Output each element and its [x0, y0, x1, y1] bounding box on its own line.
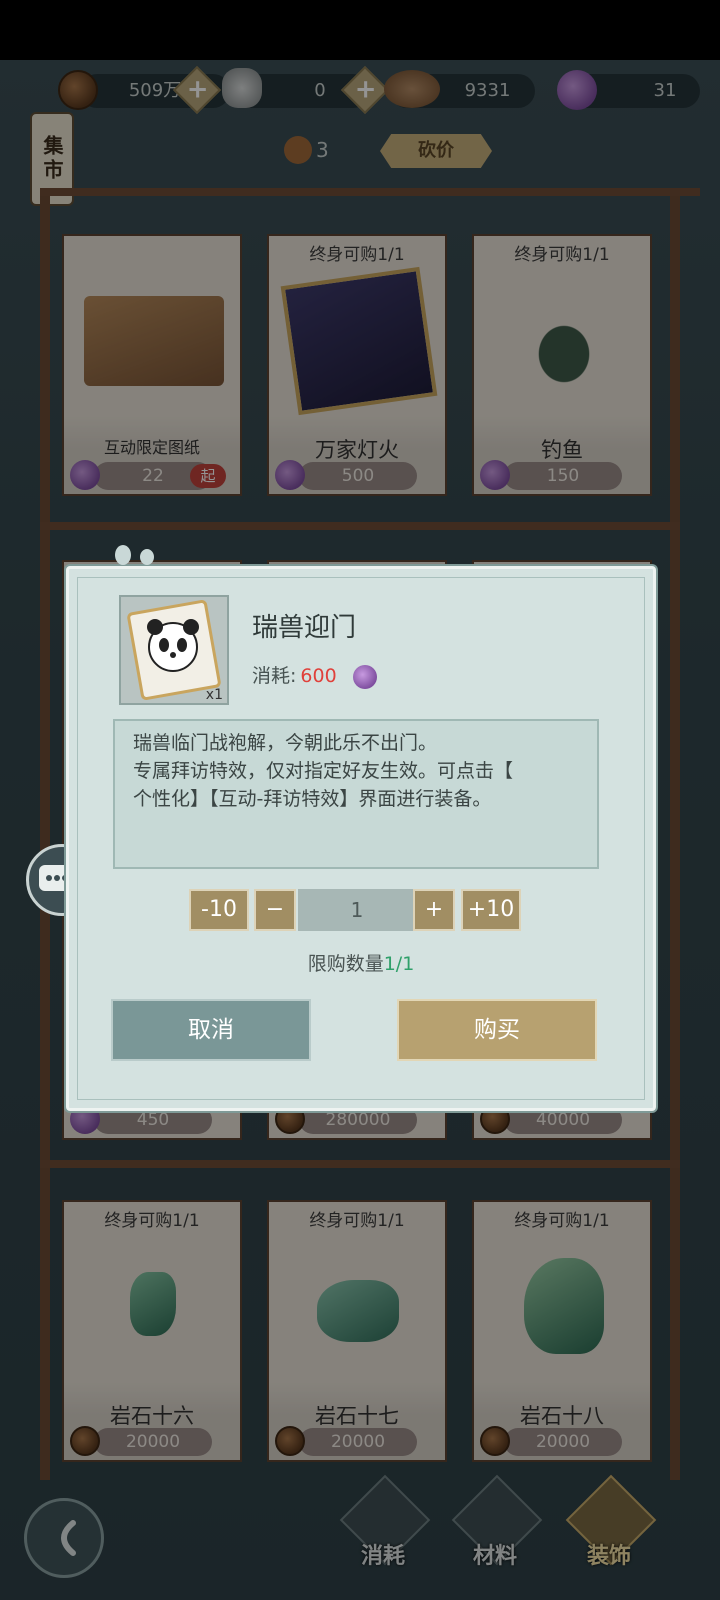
- purchase-limit-row: 限购数量1/1: [69, 949, 653, 976]
- limit-label: 限购数量: [307, 953, 384, 975]
- item-description: 瑞兽临门战袍解，今朝此乐不出门。 专属拜访特效，仅对指定好友生效。可点击【 个性…: [133, 732, 514, 810]
- minus-button[interactable]: −: [254, 889, 296, 931]
- birds-decoration: [105, 529, 165, 569]
- status-bar: [0, 0, 720, 60]
- cancel-button[interactable]: 取消: [111, 999, 311, 1061]
- item-thumbnail: x1: [119, 595, 229, 705]
- plus-button[interactable]: +: [413, 889, 455, 931]
- purchase-dialog: x1 瑞兽迎门 消耗: 600 瑞兽临门战袍解，今朝此乐不出门。 专属拜访特效，仅…: [66, 545, 656, 1111]
- cost-label: 消耗:: [252, 665, 297, 687]
- plus-ten-button[interactable]: +10: [461, 889, 521, 931]
- minus-ten-button[interactable]: -10: [189, 889, 249, 931]
- buy-button[interactable]: 购买: [397, 999, 597, 1061]
- item-quantity: x1: [205, 687, 223, 703]
- limit-value: 1/1: [383, 953, 415, 975]
- description-box: 瑞兽临门战袍解，今朝此乐不出门。 专属拜访特效，仅对指定好友生效。可点击【 个性…: [113, 719, 599, 869]
- cost-value: 600: [300, 665, 337, 687]
- item-title: 瑞兽迎门: [252, 613, 357, 643]
- quantity-input[interactable]: 1: [298, 889, 416, 931]
- cost-row: 消耗: 600: [252, 661, 377, 689]
- rose-icon: [352, 664, 377, 689]
